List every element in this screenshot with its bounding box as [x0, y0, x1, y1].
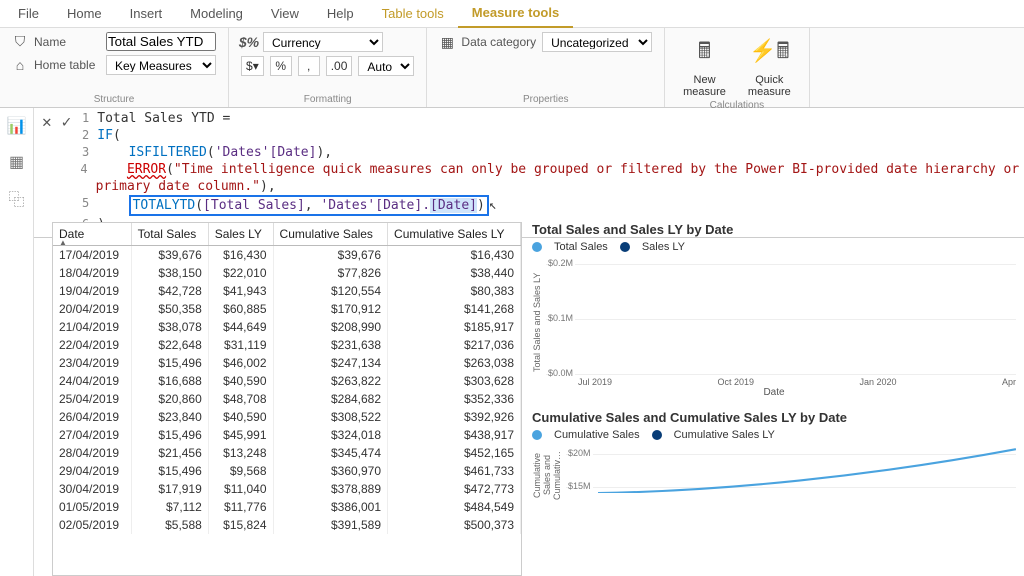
tab-insert[interactable]: Insert [116, 0, 177, 27]
chart1-xaxis-label: Date [532, 387, 1016, 398]
chart-cumulative-sales[interactable]: Cumulative Sales and Cumulative Sales LY… [532, 410, 1016, 505]
chart1-legend: Total Sales Sales LY [532, 241, 1016, 253]
table-row[interactable]: 17/04/2019$39,676$16,430$39,676$16,430 [53, 246, 521, 265]
group-label-formatting: Formatting [241, 94, 414, 105]
swatch-icon [620, 242, 630, 252]
report-canvas: DateTotal SalesSales LYCumulative SalesC… [34, 222, 1024, 576]
new-measure-button[interactable]: 🖩 New measure [677, 32, 732, 100]
tab-table-tools[interactable]: Table tools [368, 0, 458, 27]
table-row[interactable]: 30/04/2019$17,919$11,040$378,889$472,773 [53, 480, 521, 498]
group-structure: ⛉ Name ⌂ Home table Key Measures Structu… [0, 28, 229, 107]
chart-total-sales[interactable]: Total Sales and Sales LY by Date Total S… [532, 222, 1016, 398]
tab-file[interactable]: File [4, 0, 53, 27]
data-category-select[interactable]: Uncategorized [542, 32, 652, 52]
table-row[interactable]: 02/05/2019$5,588$15,824$391,589$500,373 [53, 516, 521, 534]
calculator-icon: 🖩 [698, 34, 711, 72]
group-properties: ▦ Data category Uncategorized Properties [427, 28, 665, 107]
group-label-properties: Properties [439, 94, 652, 105]
column-header[interactable]: Cumulative Sales LY [388, 223, 521, 246]
table-row[interactable]: 20/04/2019$50,358$60,885$170,912$141,268 [53, 300, 521, 318]
chart2-title: Cumulative Sales and Cumulative Sales LY… [532, 410, 1016, 425]
model-view-icon[interactable]: ⿻ [7, 188, 27, 208]
currency-button[interactable]: $ ▾ [241, 56, 264, 76]
name-label: Name [34, 35, 100, 49]
chart1-title: Total Sales and Sales LY by Date [532, 222, 1016, 237]
decimal-auto-select[interactable]: Auto [358, 56, 414, 76]
home-table-select[interactable]: Key Measures [106, 55, 216, 75]
table-row[interactable]: 27/04/2019$15,496$45,991$324,018$438,917 [53, 426, 521, 444]
column-header[interactable]: Total Sales [131, 223, 208, 246]
group-label-structure: Structure [12, 94, 216, 105]
data-category-label: Data category [461, 35, 536, 49]
chart2-yaxis-label: Cumulative Sales and Cumulativ… [532, 445, 562, 505]
formula-editor[interactable]: 1Total Sales YTD = 2IF( 3 ISFILTERED('Da… [79, 108, 1024, 237]
tag-icon: ⛉ [12, 34, 28, 50]
tab-modeling[interactable]: Modeling [176, 0, 257, 27]
format-select[interactable]: Currency [263, 32, 383, 52]
table-row[interactable]: 29/04/2019$15,496$9,568$360,970$461,733 [53, 462, 521, 480]
formula-bar: ✕ ✓ 1Total Sales YTD = 2IF( 3 ISFILTERED… [34, 108, 1024, 238]
report-view-icon[interactable]: 📊 [7, 116, 27, 136]
quick-measure-button[interactable]: ⚡🖩 Quick measure [742, 32, 797, 100]
table-visual[interactable]: DateTotal SalesSales LYCumulative SalesC… [52, 222, 522, 576]
table-row[interactable]: 22/04/2019$22,648$31,119$231,638$217,036 [53, 336, 521, 354]
group-formatting: $% Currency $ ▾ % , .00 Auto Formatting [229, 28, 427, 107]
quick-measure-icon: ⚡🖩 [749, 34, 790, 72]
view-rail: 📊 ▦ ⿻ [0, 108, 34, 576]
thousands-button[interactable]: , [298, 56, 320, 76]
swatch-icon [532, 430, 542, 440]
swatch-icon [532, 242, 542, 252]
table-row[interactable]: 23/04/2019$15,496$46,002$247,134$263,038 [53, 354, 521, 372]
data-view-icon[interactable]: ▦ [7, 152, 27, 172]
table-row[interactable]: 18/04/2019$38,150$22,010$77,826$38,440 [53, 264, 521, 282]
chart2-line [598, 445, 1016, 493]
ribbon-body: ⛉ Name ⌂ Home table Key Measures Structu… [0, 28, 1024, 108]
home-table-icon: ⌂ [12, 57, 28, 73]
table-row[interactable]: 21/04/2019$38,078$44,649$208,990$185,917 [53, 318, 521, 336]
column-header[interactable]: Cumulative Sales [273, 223, 388, 246]
tab-help[interactable]: Help [313, 0, 368, 27]
formula-commit-icon[interactable]: ✓ [62, 112, 72, 131]
table-row[interactable]: 25/04/2019$20,860$48,708$284,682$352,336 [53, 390, 521, 408]
tab-measure-tools[interactable]: Measure tools [458, 0, 573, 28]
swatch-icon [652, 430, 662, 440]
chart1-yaxis-label: Total Sales and Sales LY [532, 257, 542, 387]
data-category-icon: ▦ [439, 34, 455, 50]
ribbon-tabs: File Home Insert Modeling View Help Tabl… [0, 0, 1024, 28]
chart2-legend: Cumulative Sales Cumulative Sales LY [532, 429, 1016, 441]
measure-name-input[interactable] [106, 32, 216, 51]
table-row[interactable]: 19/04/2019$42,728$41,943$120,554$80,383 [53, 282, 521, 300]
table-row[interactable]: 24/04/2019$16,688$40,590$263,822$303,628 [53, 372, 521, 390]
table-row[interactable]: 28/04/2019$21,456$13,248$345,474$452,165 [53, 444, 521, 462]
group-calculations: 🖩 New measure ⚡🖩 Quick measure Calculati… [665, 28, 810, 107]
column-header[interactable]: Date [53, 223, 131, 246]
decimals-button[interactable]: .00 [326, 56, 353, 76]
tab-home[interactable]: Home [53, 0, 116, 27]
tab-view[interactable]: View [257, 0, 313, 27]
table-row[interactable]: 26/04/2019$23,840$40,590$308,522$392,926 [53, 408, 521, 426]
column-header[interactable]: Sales LY [208, 223, 273, 246]
format-icon: $% [241, 34, 257, 50]
formula-cancel-icon[interactable]: ✕ [42, 112, 52, 131]
home-table-label: Home table [34, 58, 100, 72]
percent-button[interactable]: % [270, 56, 292, 76]
table-row[interactable]: 01/05/2019$7,112$11,776$386,001$484,549 [53, 498, 521, 516]
